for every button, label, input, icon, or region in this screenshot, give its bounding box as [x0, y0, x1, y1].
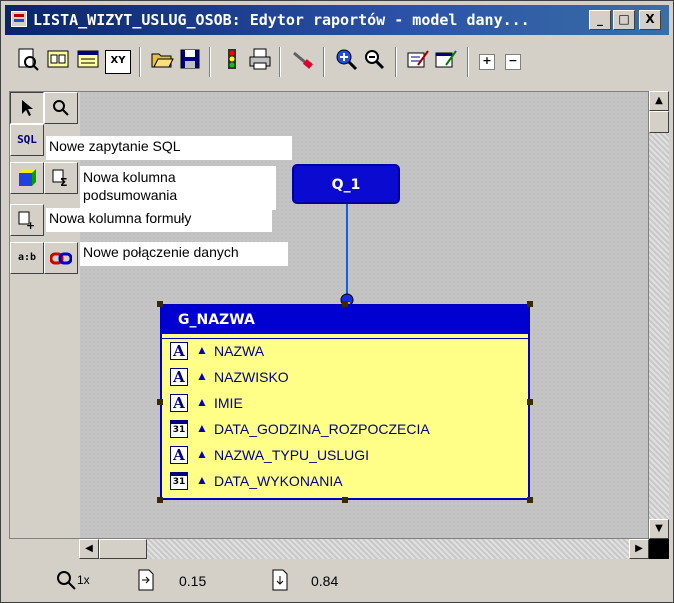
arrow-up-icon: ▲: [196, 473, 208, 487]
char-type-icon: A: [170, 394, 188, 412]
x-position-icon: [138, 569, 154, 591]
scroll-down-button[interactable]: ▼: [649, 519, 669, 539]
date-type-icon: 31: [170, 472, 188, 490]
vertical-scroll-thumb[interactable]: [649, 111, 669, 133]
data-model-icon[interactable]: [45, 47, 71, 75]
resize-handle[interactable]: [527, 399, 533, 405]
resize-handle[interactable]: [157, 301, 163, 307]
tooltip-new-formula-column: Nowa kolumna formuły: [46, 208, 272, 232]
arrow-up-icon: ▲: [196, 447, 208, 461]
scroll-up-button[interactable]: ▲: [649, 91, 669, 111]
toolbar-separator: [139, 47, 141, 77]
collapse-icon[interactable]: −: [505, 54, 521, 70]
query-q1[interactable]: Q_1: [292, 164, 400, 204]
field-name: NAZWA_TYPU_USLUGI: [214, 447, 370, 463]
paintbrush-icon[interactable]: [289, 47, 315, 75]
open-icon[interactable]: [149, 47, 175, 75]
sql-query-tool-icon[interactable]: SQL: [10, 124, 44, 156]
scroll-corner: [649, 539, 669, 559]
tooltip-new-summary-column: Nowa kolumna podsumowania: [80, 166, 276, 210]
arrow-up-icon: ▲: [196, 369, 208, 383]
expand-icon[interactable]: +: [479, 54, 495, 70]
toolbar: XY + −: [5, 39, 669, 83]
toolbar-separator: [323, 47, 325, 77]
close-button[interactable]: X: [639, 10, 661, 30]
summary-column-tool-icon[interactable]: Σ: [44, 162, 78, 194]
field-name: DATA_WYKONANIA: [214, 473, 343, 489]
magnify-tool-icon[interactable]: [44, 92, 78, 124]
toolbar-separator: [279, 47, 281, 77]
data-link-tool-icon[interactable]: [44, 242, 78, 274]
app-icon: [11, 11, 27, 27]
svg-text:+: +: [26, 219, 35, 230]
arrow-up-icon: ▲: [196, 395, 208, 409]
field-row[interactable]: 31 ▲ DATA_WYKONANIA: [162, 469, 528, 495]
field-name: NAZWA: [214, 343, 265, 359]
query-group-link: [346, 204, 348, 300]
resize-handle[interactable]: [527, 497, 533, 503]
field-name: IMIE: [214, 395, 243, 411]
cross-product-tool-icon[interactable]: a:b: [10, 242, 44, 274]
toolbar-separator: [467, 47, 469, 77]
resize-handle[interactable]: [342, 497, 348, 503]
zoom-level: 1x: [77, 573, 90, 587]
save-icon[interactable]: [177, 47, 203, 75]
scroll-left-button[interactable]: ◀: [79, 539, 99, 559]
toolbar-separator: [209, 47, 211, 77]
zoom-icon: [57, 571, 76, 590]
field-row[interactable]: A ▲ IMIE: [162, 391, 528, 417]
field-row[interactable]: A ▲ NAZWA: [162, 339, 528, 365]
resize-handle[interactable]: [527, 301, 533, 307]
arrow-up-icon: ▲: [196, 343, 208, 357]
layout-icon[interactable]: [75, 47, 101, 75]
maximize-button[interactable]: □: [613, 10, 635, 30]
report-editor-window: LISTA_WIZYT_USLUG_OSOB: Edytor raportów …: [0, 0, 674, 603]
date-type-icon: 31: [170, 420, 188, 438]
field-name: NAZWISKO: [214, 369, 289, 385]
resize-handle[interactable]: [157, 399, 163, 405]
y-position-icon: [272, 569, 288, 591]
field-row[interactable]: A ▲ NAZWISKO: [162, 365, 528, 391]
char-type-icon: A: [170, 368, 188, 386]
edit-icon[interactable]: [405, 47, 431, 75]
status-bar: 1x 0.15 0.84: [5, 563, 669, 599]
select-tool-icon[interactable]: [10, 92, 44, 124]
scroll-right-button[interactable]: ▶: [629, 539, 649, 559]
resize-handle[interactable]: [157, 497, 163, 503]
zoom-out-icon[interactable]: [361, 47, 387, 75]
char-type-icon: A: [170, 446, 188, 464]
field-name: DATA_GODZINA_ROZPOCZECIA: [214, 421, 430, 437]
field-row[interactable]: A ▲ NAZWA_TYPU_USLUGI: [162, 443, 528, 469]
window-title: LISTA_WIZYT_USLUG_OSOB: Edytor raportów …: [33, 11, 530, 29]
tooltip-new-data-link: Nowe połączenie danych: [80, 242, 288, 266]
resize-handle[interactable]: [342, 301, 348, 307]
zoom-in-icon[interactable]: [333, 47, 359, 75]
char-type-icon: A: [170, 342, 188, 360]
tooltip-summary-line1: Nowa kolumna: [83, 169, 176, 185]
edit2-icon[interactable]: [433, 47, 459, 75]
svg-text:Σ: Σ: [60, 176, 68, 188]
horizontal-scroll-thumb[interactable]: [99, 539, 147, 559]
group-fields: A ▲ NAZWA A ▲ NAZWISKO A ▲ IMIE 31 ▲ DATA_GODZIN…: [162, 339, 528, 495]
print-icon[interactable]: [247, 47, 273, 75]
tooltip-summary-line2: podsumowania: [83, 187, 178, 203]
group-title: G_NAZWA: [162, 306, 528, 334]
toolbar-separator: [395, 47, 397, 77]
horizontal-scrollbar[interactable]: ◀ ▶: [79, 539, 649, 559]
preview-icon[interactable]: [15, 47, 41, 75]
data-model-canvas[interactable]: SQL Σ + a:b Nowe zapytanie SQL Nowa kolu…: [9, 91, 649, 539]
x-position: 0.15: [179, 573, 207, 589]
group-g-nazwa[interactable]: G_NAZWA A ▲ NAZWA A ▲ NAZWISKO A ▲ IMIE 31 ▲ DAT…: [160, 304, 530, 500]
formula-column-tool-icon[interactable]: +: [10, 204, 44, 236]
minimize-button[interactable]: _: [589, 10, 611, 30]
y-position: 0.84: [311, 573, 339, 589]
xy-icon[interactable]: XY: [105, 50, 131, 74]
ref-cursor-tool-icon[interactable]: [10, 162, 44, 194]
arrow-up-icon: ▲: [196, 421, 208, 435]
title-bar: LISTA_WIZYT_USLUG_OSOB: Edytor raportów …: [5, 5, 669, 35]
tooltip-new-sql-query: Nowe zapytanie SQL: [46, 136, 292, 160]
vertical-scrollbar[interactable]: ▲ ▼: [649, 91, 669, 539]
run-icon[interactable]: [219, 47, 245, 75]
field-row[interactable]: 31 ▲ DATA_GODZINA_ROZPOCZECIA: [162, 417, 528, 443]
